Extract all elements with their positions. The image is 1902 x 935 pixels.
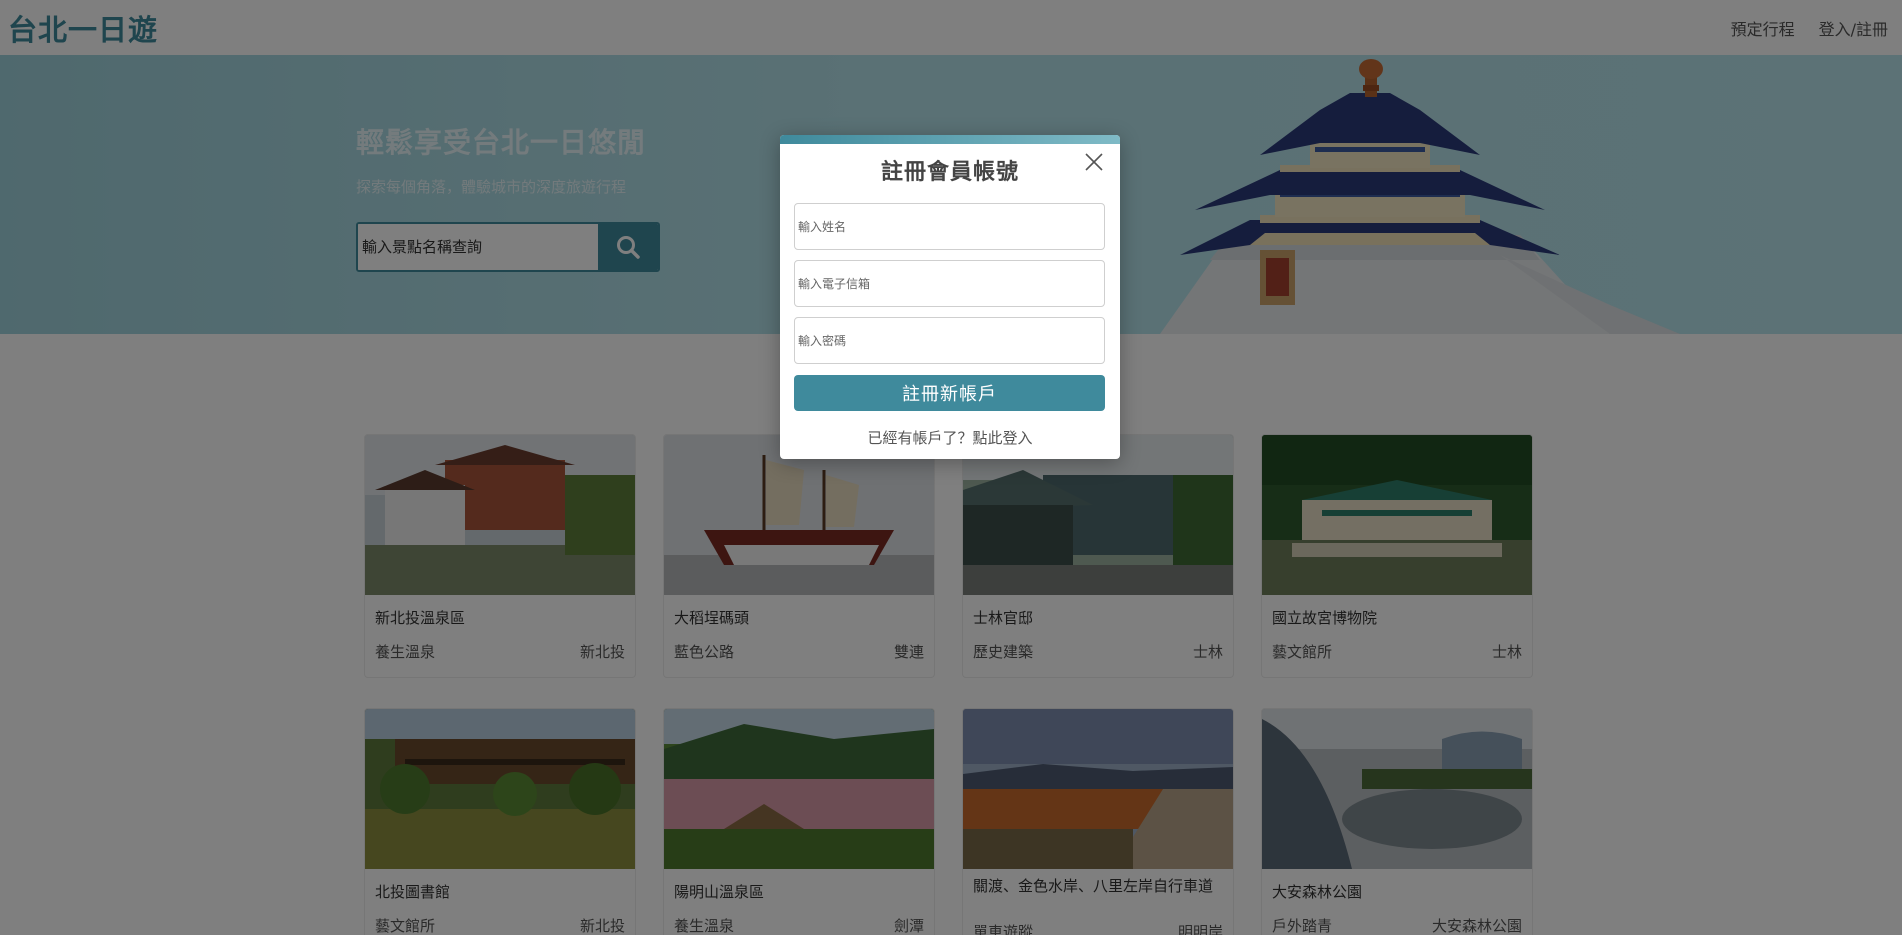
modal-accent-bar <box>780 135 1120 144</box>
email-field[interactable] <box>794 260 1105 307</box>
login-link[interactable]: 已經有帳戶了？點此登入 <box>780 427 1120 448</box>
password-field[interactable] <box>794 317 1105 364</box>
register-button[interactable]: 註冊新帳戶 <box>794 375 1105 411</box>
modal-title: 註冊會員帳號 <box>880 160 1019 185</box>
signup-modal: 註冊會員帳號 註冊新帳戶 已經有帳戶了？點此登入 <box>780 135 1120 459</box>
close-icon[interactable] <box>1084 152 1104 172</box>
name-field[interactable] <box>794 203 1105 250</box>
